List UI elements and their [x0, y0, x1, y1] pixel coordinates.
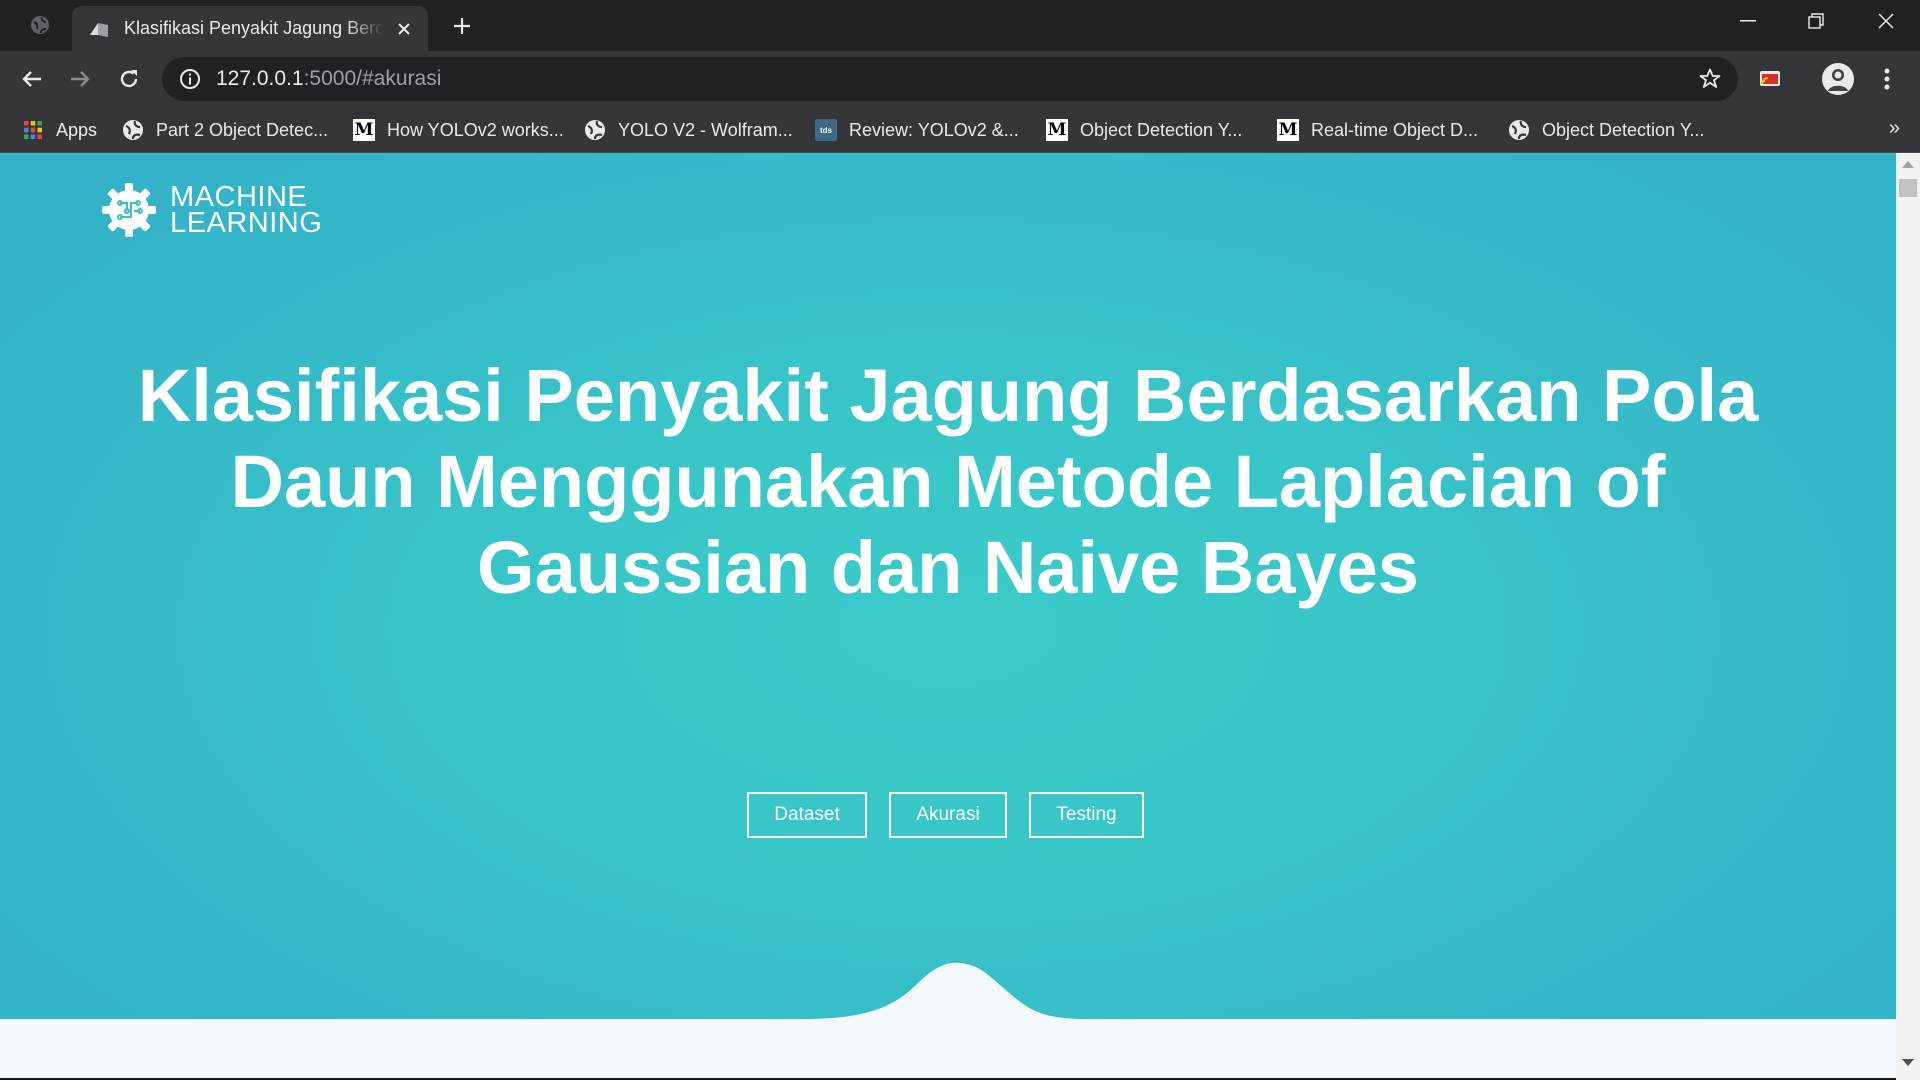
menu-kebab-icon[interactable]: [1867, 59, 1907, 99]
tab-title: Klasifikasi Penyakit Jagung Berdasarkan …: [124, 18, 384, 38]
gear-brain-icon: [102, 183, 156, 237]
page-title: Klasifikasi Penyakit Jagung Berdasarkan …: [137, 354, 1759, 609]
vertical-scrollbar[interactable]: [1896, 153, 1920, 1080]
medium-icon: M: [1046, 119, 1068, 141]
dataset-button[interactable]: Dataset: [747, 792, 867, 838]
site-logo[interactable]: MACHINE LEARNING: [100, 181, 322, 239]
profile-avatar-icon[interactable]: [1818, 59, 1858, 99]
scroll-up-arrow-icon[interactable]: [1902, 161, 1914, 168]
bookmark-label: Object Detection Y...: [1080, 119, 1243, 140]
globe-icon: [1508, 119, 1530, 141]
forward-icon[interactable]: [60, 59, 100, 99]
scrollbar-thumb[interactable]: [1899, 179, 1917, 197]
close-window-icon[interactable]: [1852, 0, 1920, 42]
cast-extension-icon[interactable]: [1751, 59, 1791, 99]
inactive-tab[interactable]: [20, 10, 60, 40]
bookmark-apps[interactable]: Apps: [22, 115, 97, 145]
bookmark-object-detection-y-2[interactable]: Object Detection Y...: [1508, 115, 1704, 145]
url-text: 127.0.0.1:5000/#akurasi: [216, 67, 441, 91]
back-icon[interactable]: [12, 59, 52, 99]
new-tab-icon[interactable]: [446, 10, 478, 42]
tds-icon: tds: [815, 119, 837, 141]
page-viewport: MACHINE LEARNING Klasifikasi Penyakit Ja…: [0, 153, 1920, 1080]
logo-line-2: LEARNING: [170, 207, 323, 239]
url-path: :5000/#akurasi: [303, 67, 442, 90]
scroll-down-arrow-icon[interactable]: [1902, 1059, 1914, 1066]
bookmarks-bar: Apps Part 2 Object Detec... M How YOLOv2…: [0, 107, 1920, 153]
bookmark-label: Part 2 Object Detec...: [156, 119, 329, 140]
globe-icon: [584, 119, 606, 141]
restore-icon[interactable]: [1782, 0, 1850, 42]
bookmark-real-time-object-d[interactable]: M Real-time Object D...: [1277, 115, 1478, 145]
testing-button[interactable]: Testing: [1029, 792, 1144, 838]
bookmark-how-yolov2-works[interactable]: M How YOLOv2 works...: [353, 115, 564, 145]
bookmark-review-yolov2[interactable]: tds Review: YOLOv2 &...: [815, 115, 1019, 145]
bookmark-yolo-v2-wolfram[interactable]: YOLO V2 - Wolfram...: [584, 115, 793, 145]
url-host: 127.0.0.1: [216, 67, 304, 90]
bookmarks-overflow-chevron[interactable]: »: [1889, 117, 1900, 140]
bookmark-label: Apps: [56, 119, 98, 140]
apps-grid-icon: [22, 119, 44, 141]
bookmark-label: Object Detection Y...: [1542, 119, 1705, 140]
bookmark-label: YOLO V2 - Wolfram...: [618, 119, 793, 140]
bookmark-object-detection-y-1[interactable]: M Object Detection Y...: [1046, 115, 1242, 145]
browser-toolbar: 127.0.0.1:5000/#akurasi: [0, 51, 1920, 107]
bookmark-label: How YOLOv2 works...: [387, 119, 564, 140]
logo-text: MACHINE LEARNING: [170, 183, 323, 239]
active-tab[interactable]: Klasifikasi Penyakit Jagung Berdasarkan …: [72, 6, 428, 51]
minimize-icon[interactable]: [1714, 0, 1782, 42]
hero-wave-divider: [800, 962, 1096, 1019]
reload-icon[interactable]: [109, 59, 149, 99]
page-favicon-icon: [88, 19, 110, 39]
close-tab-icon[interactable]: [392, 17, 416, 41]
bookmark-star-icon[interactable]: [1696, 65, 1724, 93]
hero-section: MACHINE LEARNING Klasifikasi Penyakit Ja…: [0, 153, 1896, 1019]
bookmark-part2-object-detec[interactable]: Part 2 Object Detec...: [122, 115, 328, 145]
bookmark-label: Review: YOLOv2 &...: [849, 119, 1019, 140]
tab-strip: Klasifikasi Penyakit Jagung Berdasarkan …: [0, 0, 1920, 51]
bookmark-label: Real-time Object D...: [1311, 119, 1479, 140]
akurasi-button[interactable]: Akurasi: [889, 792, 1007, 838]
address-bar[interactable]: 127.0.0.1:5000/#akurasi: [162, 57, 1738, 101]
hero-button-group: Dataset Akurasi Testing: [0, 792, 1896, 838]
site-info-icon[interactable]: [176, 65, 204, 93]
medium-icon: M: [1277, 119, 1299, 141]
medium-icon: M: [353, 119, 375, 141]
globe-icon: [122, 119, 144, 141]
globe-icon: [31, 16, 49, 34]
